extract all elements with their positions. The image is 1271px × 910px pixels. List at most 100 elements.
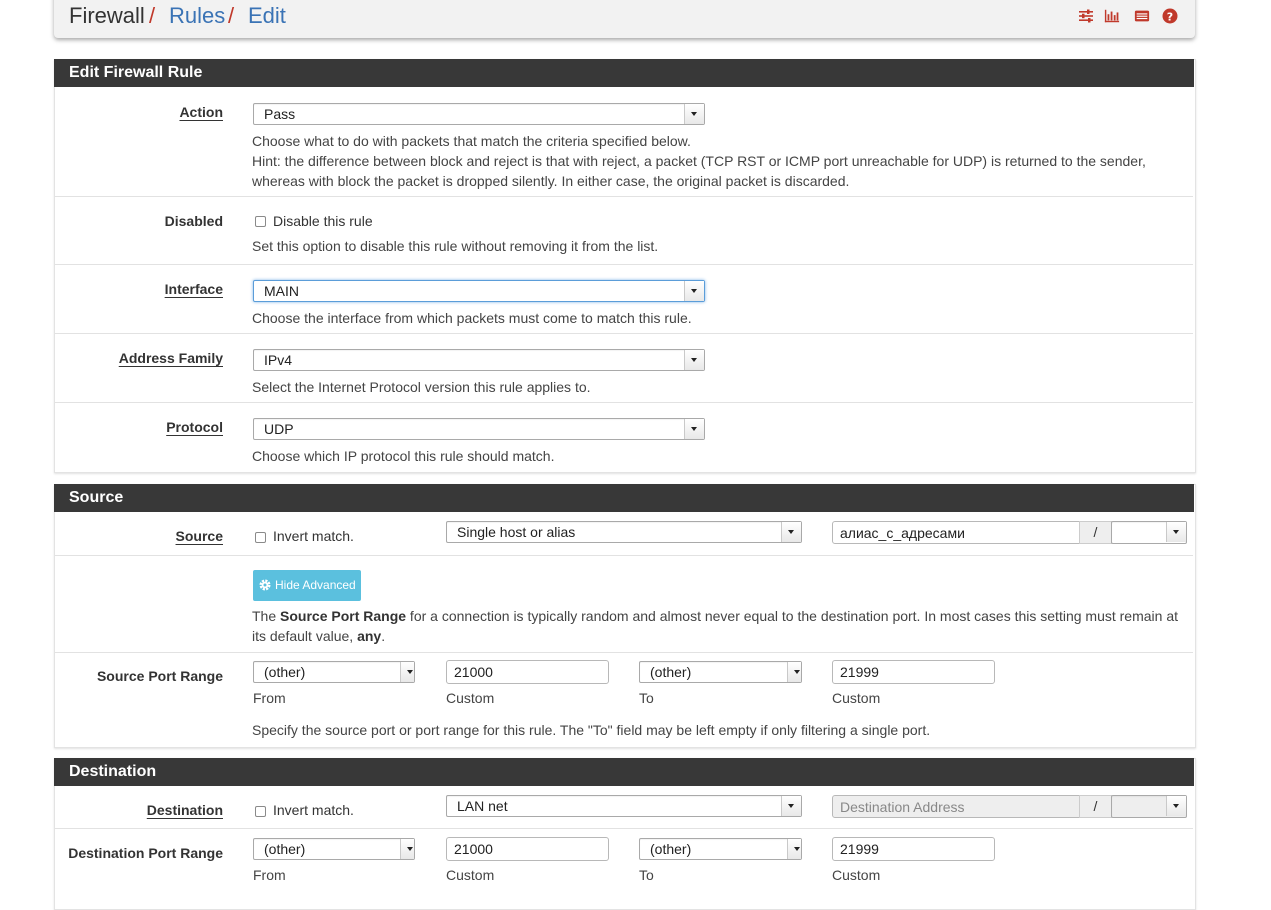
destination-label[interactable]: Destination — [55, 802, 223, 818]
from-caption: From — [253, 690, 286, 706]
source-port-to-select-value: (other) — [650, 664, 692, 680]
list-icon[interactable] — [1134, 8, 1150, 24]
action-label[interactable]: Action — [55, 104, 223, 120]
custom-caption: Custom — [832, 690, 881, 706]
action-help-3: whereas with block the packet is dropped… — [252, 173, 850, 189]
help-bold: any — [357, 628, 382, 644]
destination-type-select[interactable]: LAN net — [446, 795, 802, 817]
divider — [55, 402, 1193, 403]
source-port-range-label: Source Port Range — [96, 668, 223, 684]
divider — [55, 264, 1193, 265]
destination-port-range-label: Destination Port Range — [68, 845, 223, 861]
interface-select[interactable]: MAIN — [253, 280, 705, 302]
help-text: its default value, — [252, 628, 358, 644]
help-bold: Source Port Range — [280, 608, 407, 624]
divider — [55, 333, 1193, 334]
bar-chart-icon[interactable] — [1104, 8, 1120, 24]
destination-port-to-custom[interactable]: 21999 — [832, 837, 995, 861]
source-port-range-help: Specify the source port or port range fo… — [252, 722, 931, 738]
source-type-select[interactable]: Single host or alias — [446, 521, 802, 543]
source-port-from-select[interactable]: (other) — [253, 661, 415, 683]
source-mask-select[interactable] — [1111, 521, 1187, 544]
address-family-select[interactable]: IPv4 — [253, 349, 705, 371]
chevron-down-icon — [684, 281, 704, 301]
action-select[interactable]: Pass — [253, 103, 705, 125]
protocol-select-value: UDP — [264, 421, 294, 437]
breadcrumb-firewall: Firewall — [69, 3, 145, 28]
address-family-select-value: IPv4 — [264, 352, 293, 368]
custom-caption: Custom — [446, 690, 495, 706]
sliders-icon[interactable] — [1078, 8, 1094, 24]
panel-title-edit-rule: Edit Firewall Rule — [54, 59, 1194, 87]
chevron-down-icon — [781, 796, 801, 816]
custom-caption: Custom — [832, 867, 881, 883]
source-advanced-help: The Source Port Range for a connection i… — [252, 606, 1182, 646]
chevron-down-icon — [1166, 522, 1186, 542]
help-text: . — [381, 628, 386, 644]
breadcrumb-separator: / — [149, 3, 156, 28]
source-port-to-select[interactable]: (other) — [639, 661, 802, 683]
divider — [55, 828, 1193, 829]
from-caption: From — [253, 867, 286, 883]
source-port-from-custom[interactable]: 21000 — [446, 660, 609, 684]
breadcrumb-edit: Edit — [248, 3, 286, 28]
destination-port-from-select-value: (other) — [264, 841, 306, 857]
panel-title-destination: Destination — [54, 758, 1194, 786]
chevron-down-icon — [787, 839, 801, 859]
chevron-down-icon — [781, 522, 801, 542]
hide-advanced-button[interactable]: Hide Advanced — [253, 570, 361, 601]
source-mask-slash: / — [1079, 521, 1112, 544]
destination-port-to-select-value: (other) — [650, 841, 692, 857]
chevron-down-icon — [684, 350, 704, 370]
interface-label[interactable]: Interface — [55, 281, 223, 297]
panel-title-source: Source — [54, 484, 1194, 512]
destination-port-to-select[interactable]: (other) — [639, 838, 802, 860]
disabled-help: Set this option to disable this rule wit… — [252, 238, 659, 254]
source-invert-label[interactable]: Invert match. — [273, 528, 354, 544]
source-invert-checkbox[interactable] — [255, 532, 266, 543]
chevron-down-icon — [400, 662, 414, 682]
destination-mask-slash: / — [1079, 795, 1112, 818]
to-caption: To — [639, 867, 654, 883]
chevron-down-icon — [684, 419, 704, 439]
source-address-input[interactable]: алиас_с_адресами — [832, 521, 1080, 544]
divider — [55, 555, 1193, 556]
chevron-down-icon — [400, 839, 414, 859]
destination-port-from-select[interactable]: (other) — [253, 838, 415, 860]
disabled-label: Disabled — [164, 213, 223, 229]
address-family-help: Select the Internet Protocol version thi… — [252, 379, 591, 395]
disable-rule-checkbox-label[interactable]: Disable this rule — [273, 213, 373, 229]
hide-advanced-label: Hide Advanced — [275, 578, 356, 592]
divider — [55, 652, 1193, 653]
help-text: The — [252, 608, 281, 624]
destination-invert-label[interactable]: Invert match. — [273, 802, 354, 818]
interface-select-value: MAIN — [264, 283, 299, 299]
breadcrumb-rules[interactable]: Rules — [169, 3, 225, 29]
address-family-label[interactable]: Address Family — [55, 350, 223, 366]
source-label[interactable]: Source — [55, 528, 223, 544]
interface-help: Choose the interface from which packets … — [252, 310, 692, 326]
protocol-select[interactable]: UDP — [253, 418, 705, 440]
destination-mask-select[interactable] — [1111, 795, 1187, 818]
destination-type-select-value: LAN net — [457, 798, 508, 814]
help-text: for a connection is typically random and… — [406, 608, 1178, 624]
svg-text:?: ? — [1167, 10, 1173, 23]
disable-rule-checkbox[interactable] — [255, 216, 266, 227]
divider — [55, 196, 1193, 197]
source-type-select-value: Single host or alias — [457, 524, 576, 540]
action-help-2: Hint: the difference between block and r… — [252, 153, 1146, 169]
chevron-down-icon — [787, 662, 801, 682]
action-help-1: Choose what to do with packets that matc… — [252, 133, 691, 149]
destination-port-from-custom[interactable]: 21000 — [446, 837, 609, 861]
help-icon[interactable]: ? — [1162, 8, 1178, 24]
action-select-value: Pass — [264, 106, 296, 122]
destination-address-input[interactable]: Destination Address — [832, 795, 1080, 818]
chevron-down-icon — [684, 104, 704, 124]
to-caption: To — [639, 690, 654, 706]
protocol-label[interactable]: Protocol — [55, 419, 223, 435]
destination-invert-checkbox[interactable] — [255, 806, 266, 817]
breadcrumb-separator: / — [228, 3, 235, 28]
protocol-help: Choose which IP protocol this rule shoul… — [252, 448, 555, 464]
source-port-to-custom[interactable]: 21999 — [832, 660, 995, 684]
gear-icon — [259, 579, 271, 591]
